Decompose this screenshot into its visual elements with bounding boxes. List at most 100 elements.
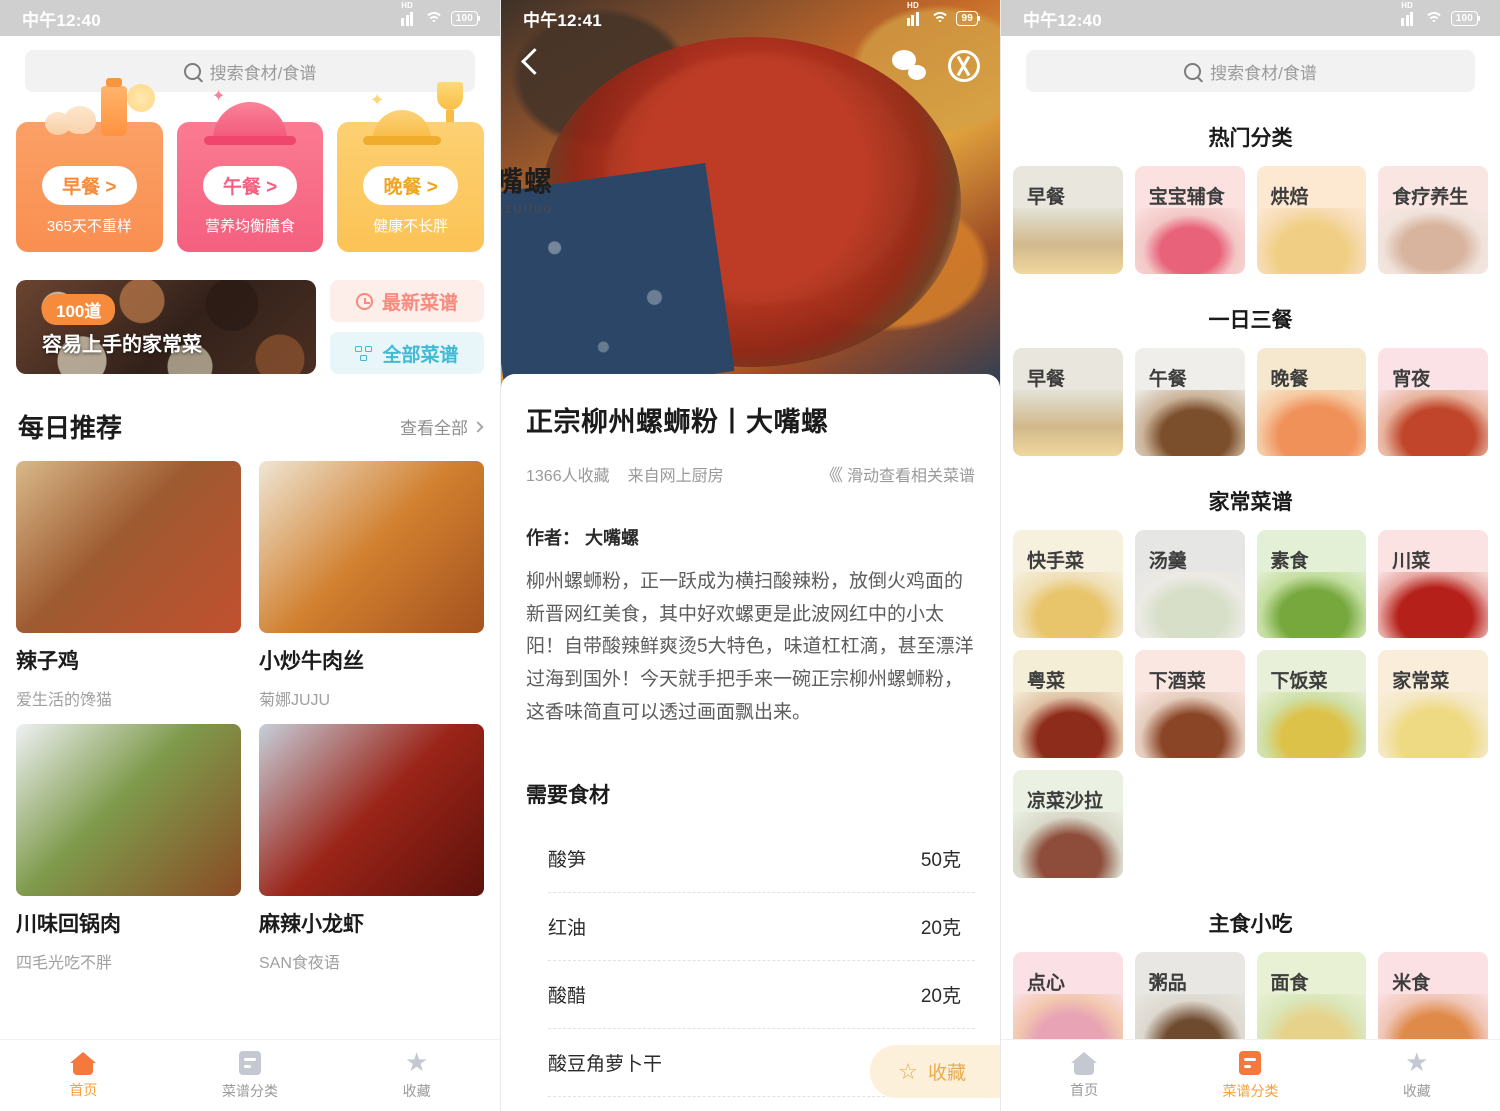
- favorite-button[interactable]: ☆ 收藏: [870, 1045, 1000, 1098]
- recipe-grid: 辣子鸡 爱生活的馋猫 小炒牛肉丝 菊娜JUJU 川味回锅肉 四毛光吃不胖 麻辣小…: [0, 461, 500, 973]
- category-photo: [1257, 390, 1367, 456]
- grid-icon: [355, 346, 373, 361]
- category-card[interactable]: 素食: [1257, 530, 1367, 638]
- category-label: 点心: [1027, 968, 1065, 995]
- favorites-count: 1366人收藏: [526, 462, 610, 486]
- search-input[interactable]: 搜索食材/食谱: [1026, 50, 1475, 92]
- recipe-thumbnail: [16, 461, 241, 633]
- recipe-author-row: 作者： 大嘴螺: [526, 524, 975, 550]
- ingredient-name: 酸豆角萝卜干: [548, 1049, 662, 1076]
- category-card[interactable]: 食疗养生: [1378, 166, 1488, 274]
- double-chevron-left-icon: 《《: [820, 461, 840, 486]
- tab-home[interactable]: 首页: [1001, 1052, 1167, 1100]
- category-label: 宵夜: [1392, 364, 1430, 391]
- image-watermark: 嘴螺 azuiluo: [501, 160, 553, 216]
- view-all-button[interactable]: 查看全部: [400, 414, 482, 439]
- category-card[interactable]: 家常菜: [1378, 650, 1488, 758]
- daily-recommend-header: 每日推荐 查看全部: [0, 374, 500, 461]
- recipe-card[interactable]: 小炒牛肉丝 菊娜JUJU: [259, 461, 484, 710]
- tab-favorites-label: 收藏: [333, 1081, 500, 1101]
- category-photo: [1135, 390, 1245, 456]
- meal-card-lunch[interactable]: ✦ 午餐 > 营养均衡膳食: [177, 122, 324, 252]
- ingredient-name: 酸笋: [548, 845, 586, 872]
- battery-icon: 100: [1451, 11, 1478, 26]
- category-card[interactable]: 快手菜: [1013, 530, 1123, 638]
- recipe-card[interactable]: 辣子鸡 爱生活的馋猫: [16, 461, 241, 710]
- status-indicators: HD 100: [1401, 11, 1478, 26]
- list-icon: [1239, 1051, 1261, 1075]
- page-title: 每日推荐: [18, 408, 122, 445]
- category-label: 川菜: [1392, 546, 1430, 573]
- meal-card-breakfast[interactable]: 早餐 > 365天不重样: [16, 122, 163, 252]
- category-grid-meals: 早餐 午餐 晚餐 宵夜: [1001, 348, 1500, 456]
- category-card[interactable]: 汤羹: [1135, 530, 1245, 638]
- status-bar: 中午12:40 HD 100: [0, 0, 500, 36]
- category-card[interactable]: 粤菜: [1013, 650, 1123, 758]
- recipe-card[interactable]: 川味回锅肉 四毛光吃不胖: [16, 724, 241, 973]
- recipe-meta-row: 1366人收藏 来自网上厨房 《《 滑动查看相关菜谱: [526, 461, 975, 486]
- category-card[interactable]: 下酒菜: [1135, 650, 1245, 758]
- home-cooking-banner[interactable]: 100道 容易上手的家常菜: [16, 280, 316, 374]
- tab-favorites[interactable]: ★ 收藏: [333, 1051, 500, 1101]
- bottom-tab-bar: 首页 菜谱分类 ★ 收藏: [0, 1039, 500, 1111]
- category-card[interactable]: 早餐: [1013, 348, 1123, 456]
- categories-screen: 中午12:40 HD 100 搜索食材/食谱 热门分类 早餐: [1000, 0, 1500, 1111]
- tab-categories-label: 菜谱分类: [167, 1081, 334, 1101]
- swipe-hint-label: 滑动查看相关菜谱: [847, 462, 975, 486]
- search-bar-container: 搜索食材/食谱: [1001, 36, 1500, 92]
- category-card[interactable]: 下饭菜: [1257, 650, 1367, 758]
- recipe-thumbnail: [259, 724, 484, 896]
- recipe-detail-sheet: 正宗柳州螺蛳粉丨大嘴螺 1366人收藏 来自网上厨房 《《 滑动查看相关菜谱 作…: [501, 374, 1000, 1111]
- latest-recipes-button[interactable]: 最新菜谱: [330, 280, 484, 322]
- ingredient-row: 酸醋 20克: [548, 961, 975, 1029]
- category-grid-homestyle: 快手菜 汤羹 素食 川菜 粤菜 下酒菜: [1001, 530, 1500, 878]
- category-card[interactable]: 宝宝辅食: [1135, 166, 1245, 274]
- category-card[interactable]: 宵夜: [1378, 348, 1488, 456]
- tab-categories[interactable]: 菜谱分类: [167, 1051, 334, 1101]
- search-icon: [1184, 63, 1201, 80]
- meal-label-dinner: 晚餐 >: [363, 166, 457, 205]
- author-label: 作者：: [526, 528, 580, 548]
- category-card[interactable]: 川菜: [1378, 530, 1488, 638]
- signal-icon: HD: [907, 11, 924, 26]
- latest-recipes-label: 最新菜谱: [382, 288, 458, 315]
- category-photo: [1378, 208, 1488, 274]
- ingredient-name: 红油: [548, 913, 586, 940]
- tab-categories[interactable]: 菜谱分类: [1167, 1051, 1333, 1101]
- category-photo: [1013, 572, 1123, 638]
- list-icon: [239, 1051, 261, 1075]
- recipe-name: 辣子鸡: [16, 645, 241, 675]
- category-card[interactable]: 早餐: [1013, 166, 1123, 274]
- ingredient-amount: 20克: [921, 981, 961, 1008]
- category-card[interactable]: 午餐: [1135, 348, 1245, 456]
- wifi-icon: [425, 11, 444, 26]
- category-card[interactable]: 烘焙: [1257, 166, 1367, 274]
- category-photo: [1378, 572, 1488, 638]
- cloche-base-icon: [363, 136, 441, 145]
- wechat-icon[interactable]: [892, 50, 926, 80]
- meal-sub-breakfast: 365天不重样: [16, 215, 163, 236]
- category-photo: [1135, 208, 1245, 274]
- category-photo: [1257, 208, 1367, 274]
- tab-home[interactable]: 首页: [0, 1052, 167, 1100]
- bottom-tab-bar: 首页 菜谱分类 ★ 收藏: [1001, 1039, 1500, 1111]
- star-icon: ★: [1404, 1051, 1430, 1075]
- category-photo: [1135, 692, 1245, 758]
- category-card[interactable]: 晚餐: [1257, 348, 1367, 456]
- hd-label: HD: [907, 2, 919, 10]
- category-label: 宝宝辅食: [1149, 182, 1225, 209]
- category-card[interactable]: 凉菜沙拉: [1013, 770, 1123, 878]
- all-recipes-button[interactable]: 全部菜谱: [330, 332, 484, 374]
- recipe-card[interactable]: 麻辣小龙虾 SAN食夜语: [259, 724, 484, 973]
- star-outline-icon: ☆: [898, 1062, 918, 1081]
- ingredient-amount: 50克: [921, 845, 961, 872]
- dinner-illustration: ✦: [337, 82, 484, 144]
- swipe-hint[interactable]: 《《 滑动查看相关菜谱: [820, 461, 975, 486]
- search-icon: [184, 63, 201, 80]
- category-label: 凉菜沙拉: [1027, 786, 1103, 813]
- recipe-thumbnail: [259, 461, 484, 633]
- camera-aperture-icon[interactable]: [948, 50, 980, 82]
- meal-card-dinner[interactable]: ✦ 晚餐 > 健康不长胖: [337, 122, 484, 252]
- back-icon[interactable]: [525, 52, 551, 78]
- tab-favorites[interactable]: ★ 收藏: [1334, 1051, 1500, 1101]
